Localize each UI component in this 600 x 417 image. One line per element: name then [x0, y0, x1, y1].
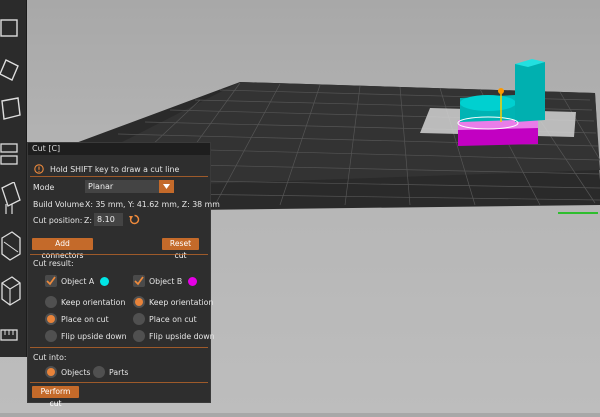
object-a-keep-orientation-radio[interactable]	[45, 296, 57, 308]
cube-icon[interactable]	[0, 14, 26, 48]
z-label: Z:	[84, 216, 92, 225]
box-icon[interactable]	[0, 275, 26, 309]
object-a-place-on-cut-label: Place on cut	[61, 315, 109, 324]
object-b-label: Object B	[149, 277, 183, 286]
cut-result-label: Cut result:	[33, 259, 74, 268]
object-a-checkbox[interactable]	[45, 275, 57, 287]
cut-panel: Cut [C] Hold SHIFT key to draw a cut lin…	[27, 142, 220, 408]
divider	[30, 347, 208, 348]
divider	[30, 176, 208, 177]
cut-into-parts-label: Parts	[109, 368, 129, 377]
object-a-tower	[515, 62, 545, 122]
cut-into-label: Cut into:	[33, 353, 67, 362]
object-a-flip-radio[interactable]	[45, 330, 57, 342]
cut-icon[interactable]	[0, 140, 26, 174]
check-icon	[46, 276, 56, 286]
object-b-place-on-cut-radio[interactable]	[133, 313, 145, 325]
seam-icon[interactable]	[0, 228, 26, 262]
shift-hint: Hold SHIFT key to draw a cut line	[50, 165, 180, 174]
object-b-keep-orientation-label: Keep orientation	[149, 298, 214, 307]
reset-z-icon[interactable]	[129, 214, 140, 225]
supports-icon[interactable]	[0, 182, 26, 216]
object-a-ring	[460, 95, 516, 111]
chevron-down-icon	[163, 184, 170, 189]
cut-into-parts-radio[interactable]	[93, 366, 105, 378]
object-a-label: Object A	[61, 277, 95, 286]
build-volume-value: X: 35 mm, Y: 41.62 mm, Z: 38 mm	[85, 200, 220, 209]
object-b-place-on-cut-label: Place on cut	[149, 315, 197, 324]
object-a-place-on-cut-radio[interactable]	[45, 313, 57, 325]
perform-cut-button[interactable]: Perform cut	[32, 386, 79, 408]
cut-gizmo-handle	[498, 88, 504, 94]
mode-dropdown-arrow[interactable]	[159, 180, 174, 193]
object-a-color-dot	[100, 277, 109, 286]
panel-title: Cut [C]	[28, 143, 210, 155]
scale-icon[interactable]	[0, 95, 26, 129]
check-icon	[134, 276, 144, 286]
object-b-flip-label: Flip upside down	[149, 332, 215, 341]
reset-cut-button[interactable]: Reset cut	[162, 238, 199, 260]
object-b-checkbox[interactable]	[133, 275, 145, 287]
mode-label: Mode	[33, 183, 55, 192]
object-a-keep-orientation-label: Keep orientation	[61, 298, 126, 307]
build-volume-label: Build Volume	[33, 200, 85, 209]
rotate-icon[interactable]	[0, 52, 26, 86]
object-b-flip-radio[interactable]	[133, 330, 145, 342]
cut-position-label: Cut position:	[33, 216, 83, 225]
object-b-keep-orientation-radio[interactable]	[133, 296, 145, 308]
object-a-flip-label: Flip upside down	[61, 332, 127, 341]
divider	[30, 382, 208, 383]
cut-into-objects-radio[interactable]	[45, 366, 57, 378]
measure-icon[interactable]	[0, 320, 26, 354]
z-position-input[interactable]: 8.10	[94, 213, 123, 226]
object-b-color-dot	[188, 277, 197, 286]
cut-into-objects-label: Objects	[61, 368, 91, 377]
warning-icon	[34, 164, 44, 174]
left-toolbar	[0, 0, 27, 357]
add-connectors-button[interactable]: Add connectors	[32, 238, 93, 260]
divider	[30, 254, 208, 255]
